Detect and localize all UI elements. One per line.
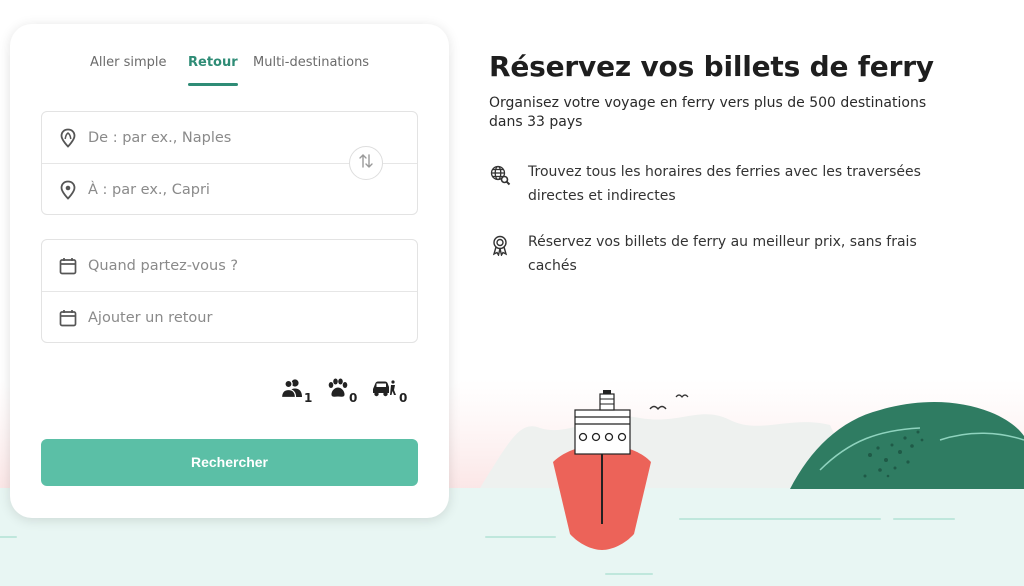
tab-multi-destination[interactable]: Multi-destinations <box>253 54 369 86</box>
pets-count: 0 <box>349 391 358 405</box>
vehicles-count: 0 <box>399 391 408 405</box>
to-placeholder: À : par ex., Capri <box>88 181 210 198</box>
feature-item: Réservez vos billets de ferry au meilleu… <box>489 230 929 278</box>
route-fields: De : par ex., Naples À : par ex., Capri <box>41 111 418 215</box>
vehicles-selector[interactable]: 0 <box>372 374 408 405</box>
calendar-icon <box>58 308 78 328</box>
pets-selector[interactable]: 0 <box>326 374 358 405</box>
swap-arrows-icon <box>358 153 374 173</box>
location-pin-icon <box>58 128 78 148</box>
return-date-placeholder: Ajouter un retour <box>88 309 213 326</box>
return-date-field[interactable]: Ajouter un retour <box>42 292 417 343</box>
search-button[interactable]: Rechercher <box>41 439 418 486</box>
hero-section: Réservez vos billets de ferry Organisez … <box>489 50 989 274</box>
tab-one-way[interactable]: Aller simple <box>90 54 167 86</box>
passengers-selector[interactable]: 1 <box>280 374 313 405</box>
search-card: Aller simple Retour Multi-destinations D… <box>10 24 449 518</box>
location-pin-icon <box>58 180 78 200</box>
feature-item: Trouvez tous les horaires des ferries av… <box>489 160 929 208</box>
globe-search-icon <box>489 164 511 186</box>
passengers-count: 1 <box>304 391 313 405</box>
paw-icon <box>326 378 348 402</box>
page-subtitle: Organisez votre voyage en ferry vers plu… <box>489 95 927 130</box>
from-placeholder: De : par ex., Naples <box>88 129 232 146</box>
feature-text: Trouvez tous les horaires des ferries av… <box>528 164 921 204</box>
depart-date-placeholder: Quand partez-vous ? <box>88 257 239 274</box>
calendar-icon <box>58 256 78 276</box>
tab-return[interactable]: Retour <box>188 54 238 86</box>
feature-text: Réservez vos billets de ferry au meilleu… <box>528 234 917 274</box>
award-badge-icon <box>489 234 511 257</box>
page-title: Réservez vos billets de ferry <box>489 50 934 83</box>
passengers-icon <box>280 378 303 402</box>
date-fields: Quand partez-vous ? Ajouter un retour <box>41 239 418 343</box>
swap-route-button[interactable] <box>349 146 383 180</box>
trip-type-tabs: Aller simple Retour Multi-destinations <box>10 54 449 88</box>
depart-date-field[interactable]: Quand partez-vous ? <box>42 240 417 291</box>
vehicle-icon <box>372 378 398 402</box>
